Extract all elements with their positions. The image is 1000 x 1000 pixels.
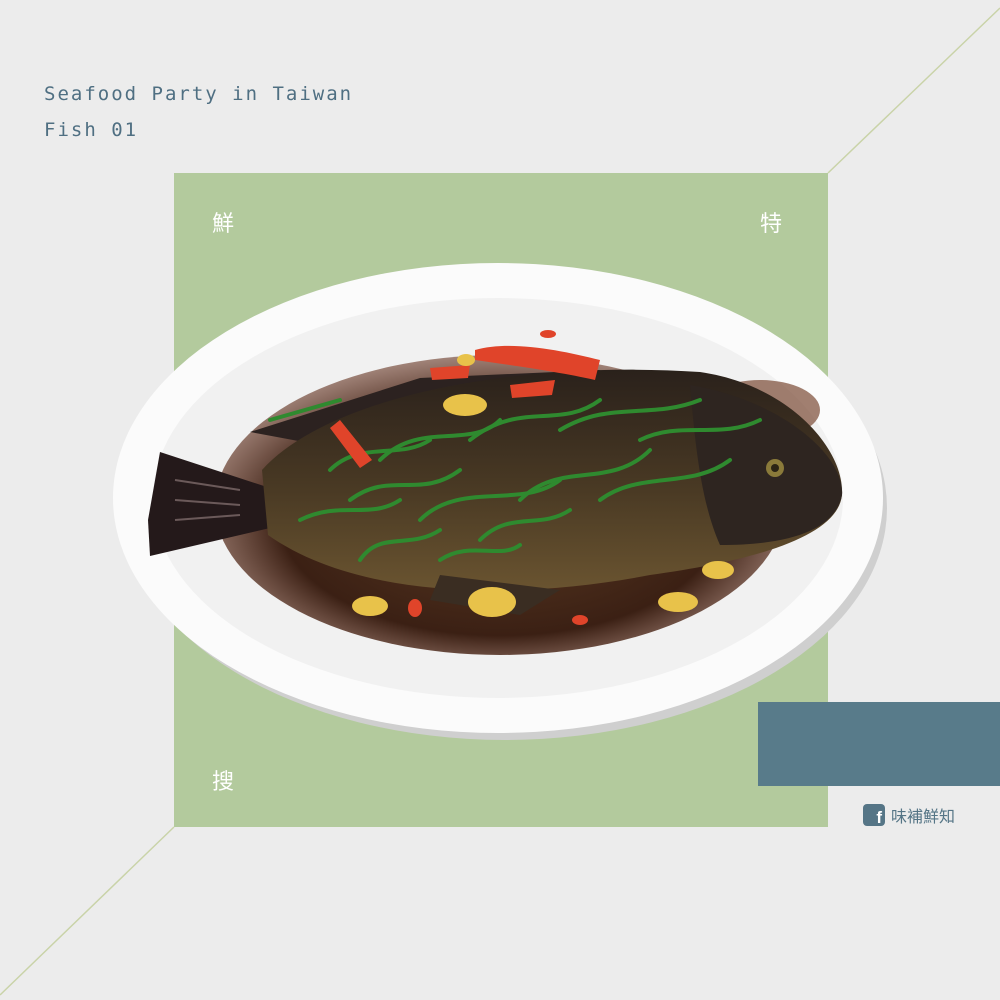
facebook-icon[interactable]: f <box>863 804 885 826</box>
fish-dish-illustration <box>113 263 887 740</box>
brand-name: 味補鮮知 <box>891 807 956 826</box>
brand-signature: f 味補鮮知 <box>863 803 955 827</box>
